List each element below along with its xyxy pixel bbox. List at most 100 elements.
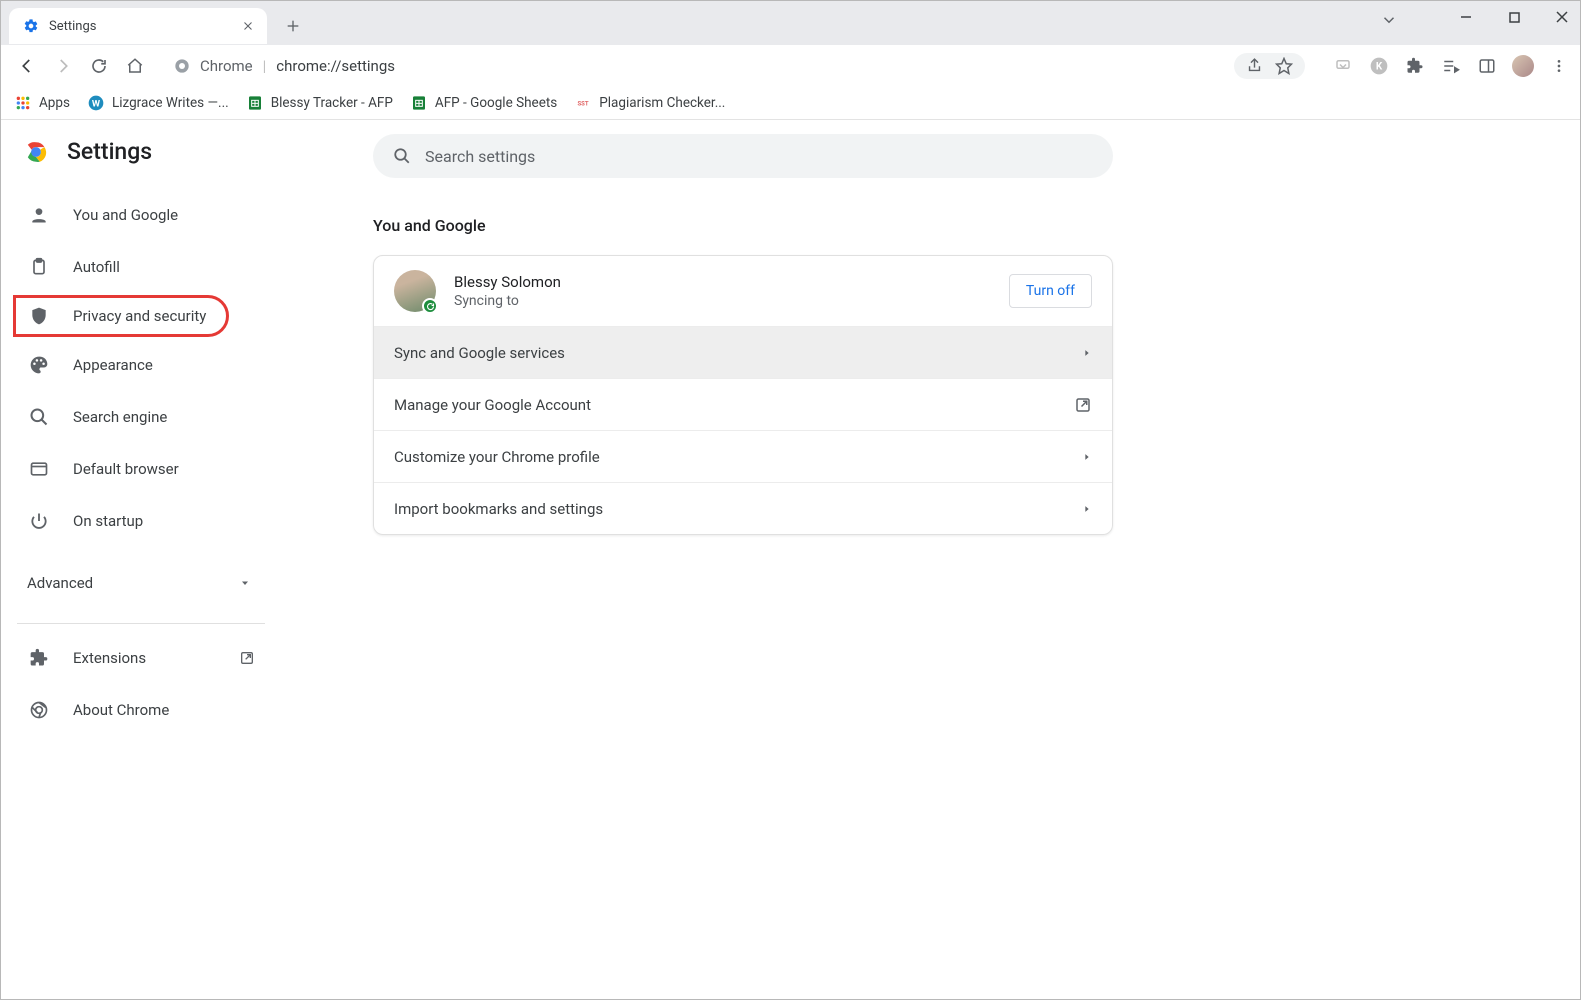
bookmark-label: Apps: [39, 95, 70, 111]
external-link-icon: [1074, 396, 1092, 414]
titlebar: Settings: [1, 1, 1580, 45]
sidebar-item-label: Advanced: [27, 574, 93, 592]
toolbar: Chrome | chrome://settings K: [1, 45, 1580, 87]
bookmark-plagiarism[interactable]: SST Plagiarism Checker...: [575, 95, 725, 111]
sidepanel-icon[interactable]: [1476, 55, 1498, 77]
gear-icon: [23, 18, 39, 34]
extensions-puzzle-icon[interactable]: [1404, 55, 1426, 77]
page-title: Settings: [67, 138, 152, 165]
tabs-chevron-icon[interactable]: [1380, 11, 1398, 29]
sidebar-item-label: Autofill: [73, 258, 120, 276]
sidebar-item-extensions[interactable]: Extensions: [1, 632, 281, 684]
browser-tab[interactable]: Settings: [9, 8, 267, 44]
bookmark-label: Lizgrace Writes —...: [112, 95, 229, 111]
sync-badge-icon: [422, 298, 438, 314]
person-icon: [29, 205, 49, 225]
omnibox-label: Chrome: [200, 57, 253, 75]
playlist-icon[interactable]: [1440, 55, 1462, 77]
svg-text:W: W: [92, 98, 101, 109]
row-label: Import bookmarks and settings: [394, 500, 603, 518]
row-sync-services[interactable]: Sync and Google services: [374, 326, 1112, 378]
content-area: You and Google Blessy Solomon Syncing to…: [281, 120, 1580, 999]
apps-grid-icon: [15, 95, 31, 111]
sidebar-advanced-toggle[interactable]: Advanced: [1, 557, 281, 609]
row-import-bookmarks[interactable]: Import bookmarks and settings: [374, 482, 1112, 534]
toolbar-right-icons: K: [1332, 55, 1570, 77]
sidebar-item-label: You and Google: [73, 206, 178, 224]
close-icon[interactable]: [239, 17, 257, 35]
sidebar-item-label: Privacy and security: [73, 307, 206, 325]
turn-off-button[interactable]: Turn off: [1009, 274, 1092, 308]
maximize-button[interactable]: [1502, 5, 1526, 29]
bookmark-star-icon[interactable]: [1275, 57, 1293, 75]
row-customize-profile[interactable]: Customize your Chrome profile: [374, 430, 1112, 482]
app-header: Settings: [1, 138, 281, 189]
chrome-badge-icon: [174, 58, 190, 74]
omnibox[interactable]: Chrome | chrome://settings: [159, 49, 1320, 83]
k-badge-icon[interactable]: K: [1368, 55, 1390, 77]
sheets-icon: [411, 95, 427, 111]
profile-name: Blessy Solomon: [454, 273, 561, 291]
profile-row: Blessy Solomon Syncing to Turn off: [374, 256, 1112, 326]
sidebar-item-on-startup[interactable]: On startup: [1, 495, 281, 547]
power-icon: [29, 511, 49, 531]
row-label: Customize your Chrome profile: [394, 448, 600, 466]
chevron-right-icon: [1082, 504, 1092, 514]
reload-button[interactable]: [83, 50, 115, 82]
share-icon[interactable]: [1246, 57, 1263, 74]
new-tab-button[interactable]: [279, 12, 307, 40]
external-link-icon: [239, 650, 255, 666]
forward-button[interactable]: [47, 50, 79, 82]
sidebar-item-privacy-security[interactable]: Privacy and security: [13, 295, 229, 337]
bookmark-blessy-tracker[interactable]: Blessy Tracker - AFP: [247, 95, 393, 111]
sidebar-item-label: On startup: [73, 512, 143, 530]
row-label: Manage your Google Account: [394, 396, 591, 414]
window-controls: [1454, 5, 1574, 29]
omnibox-security: Chrome |: [174, 57, 266, 75]
bookmark-apps[interactable]: Apps: [15, 95, 70, 111]
sheets-icon: [247, 95, 263, 111]
close-window-button[interactable]: [1550, 5, 1574, 29]
sidebar-item-search-engine[interactable]: Search engine: [1, 391, 281, 443]
chevron-down-icon: [239, 577, 251, 589]
minimize-button[interactable]: [1454, 5, 1478, 29]
omnibox-actions: [1234, 53, 1305, 79]
sidebar-separator: [17, 623, 265, 624]
omnibox-url: chrome://settings: [276, 57, 1224, 75]
home-button[interactable]: [119, 50, 151, 82]
profile-avatar-small[interactable]: [1512, 55, 1534, 77]
bookmark-afp-sheets[interactable]: AFP - Google Sheets: [411, 95, 557, 111]
chevron-right-icon: [1082, 348, 1092, 358]
shield-icon: [29, 306, 49, 326]
bookmark-label: AFP - Google Sheets: [435, 95, 557, 111]
chevron-right-icon: [1082, 452, 1092, 462]
sidebar-item-label: About Chrome: [73, 701, 169, 719]
sidebar-item-appearance[interactable]: Appearance: [1, 339, 281, 391]
main-area: Settings You and Google Autofill Privacy…: [1, 120, 1580, 999]
wordpress-icon: W: [88, 95, 104, 111]
back-button[interactable]: [11, 50, 43, 82]
sidebar-item-label: Default browser: [73, 460, 179, 478]
search-icon: [29, 407, 49, 427]
sidebar-item-label: Appearance: [73, 356, 153, 374]
sidebar-item-you-and-google[interactable]: You and Google: [1, 189, 281, 241]
palette-icon: [29, 355, 49, 375]
search-icon: [393, 147, 411, 165]
sidebar: Settings You and Google Autofill Privacy…: [1, 120, 281, 999]
sidebar-item-about-chrome[interactable]: About Chrome: [1, 684, 281, 736]
chrome-logo-icon: [23, 139, 49, 165]
bookmark-lizgrace[interactable]: W Lizgrace Writes —...: [88, 95, 229, 111]
sidebar-item-autofill[interactable]: Autofill: [1, 241, 281, 293]
row-label: Sync and Google services: [394, 344, 565, 362]
settings-search-box[interactable]: [373, 134, 1113, 178]
kebab-menu-icon[interactable]: [1548, 55, 1570, 77]
bookmark-label: Plagiarism Checker...: [599, 95, 725, 111]
row-manage-account[interactable]: Manage your Google Account: [374, 378, 1112, 430]
sidebar-item-default-browser[interactable]: Default browser: [1, 443, 281, 495]
settings-search-input[interactable]: [425, 147, 1093, 166]
section-title: You and Google: [373, 216, 486, 235]
puzzle-icon: [29, 648, 49, 668]
pocket-icon[interactable]: [1332, 55, 1354, 77]
clipboard-icon: [29, 257, 49, 277]
chrome-outline-icon: [29, 700, 49, 720]
